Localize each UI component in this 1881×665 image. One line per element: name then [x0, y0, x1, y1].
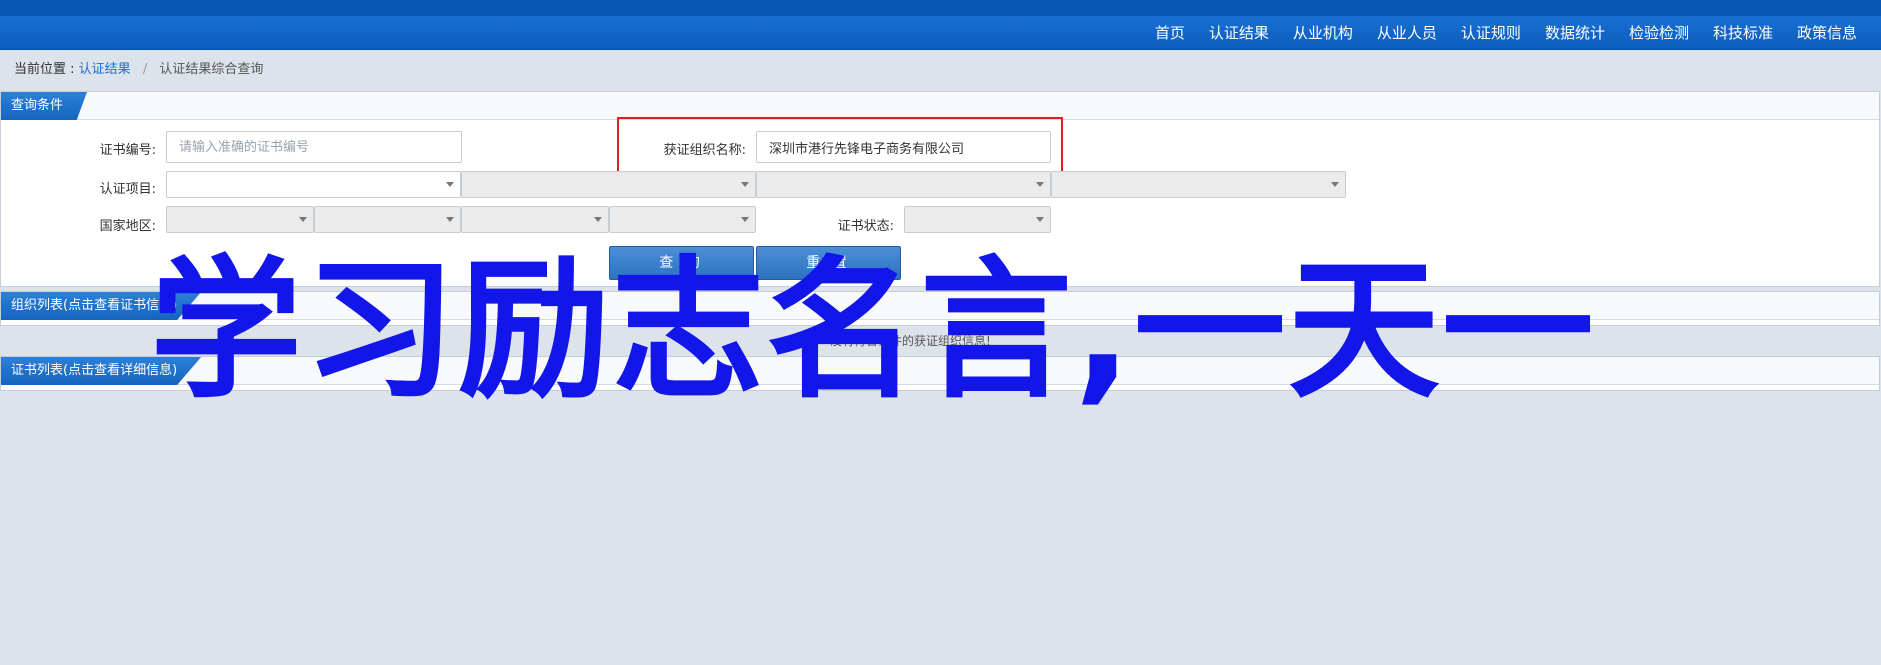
chevron-down-icon: [1036, 182, 1044, 187]
region-select-4[interactable]: [609, 206, 756, 233]
query-panel-title: 查询条件: [1, 92, 88, 120]
nav-item-institutions[interactable]: 从业机构: [1281, 16, 1365, 50]
region-select-3[interactable]: [461, 206, 609, 233]
main-nav: 首页 认证结果 从业机构 从业人员 认证规则 数据统计 检验检测 科技标准 政策…: [0, 16, 1881, 50]
cert-status-select[interactable]: [904, 206, 1051, 233]
cert-status-label: 证书状态:: [837, 219, 894, 234]
breadcrumb-current: 认证结果综合查询: [159, 62, 264, 77]
nav-item-cert-results[interactable]: 认证结果: [1197, 16, 1281, 50]
cert-number-label: 证书编号:: [99, 143, 156, 158]
breadcrumb-separator: /: [142, 62, 148, 77]
top-banner-strip: [0, 0, 1881, 16]
cert-project-select-4[interactable]: [1051, 171, 1346, 198]
breadcrumb: 当前位置 : 认证结果 / 认证结果综合查询: [14, 58, 263, 77]
nav-item-home[interactable]: 首页: [1143, 16, 1197, 50]
org-name-highlight-box: [617, 117, 1063, 176]
nav-item-statistics[interactable]: 数据统计: [1533, 16, 1617, 50]
chevron-down-icon: [299, 217, 307, 222]
cert-project-select-2[interactable]: [461, 171, 756, 198]
overlay-watermark-text: 学习励志名言,一天一: [150, 242, 1596, 419]
chevron-down-icon: [446, 182, 454, 187]
breadcrumb-link-cert-results[interactable]: 认证结果: [79, 62, 131, 77]
chevron-down-icon: [1036, 217, 1044, 222]
region-select-2[interactable]: [314, 206, 461, 233]
chevron-down-icon: [594, 217, 602, 222]
breadcrumb-prefix: 当前位置 :: [14, 62, 75, 77]
nav-item-testing[interactable]: 检验检测: [1617, 16, 1701, 50]
region-select-1[interactable]: [166, 206, 314, 233]
chevron-down-icon: [446, 217, 454, 222]
chevron-down-icon: [1331, 182, 1339, 187]
nav-item-standards[interactable]: 科技标准: [1701, 16, 1785, 50]
cert-number-input[interactable]: [166, 131, 462, 163]
cert-project-label: 认证项目:: [99, 182, 156, 197]
cert-project-select-3[interactable]: [756, 171, 1051, 198]
cert-project-select-1[interactable]: [166, 171, 461, 198]
region-label: 国家地区:: [99, 219, 156, 234]
chevron-down-icon: [741, 182, 749, 187]
nav-item-policy[interactable]: 政策信息: [1785, 16, 1869, 50]
chevron-down-icon: [741, 217, 749, 222]
panel-head-bar: [1, 92, 1879, 120]
nav-item-personnel[interactable]: 从业人员: [1365, 16, 1449, 50]
nav-item-cert-rules[interactable]: 认证规则: [1449, 16, 1533, 50]
